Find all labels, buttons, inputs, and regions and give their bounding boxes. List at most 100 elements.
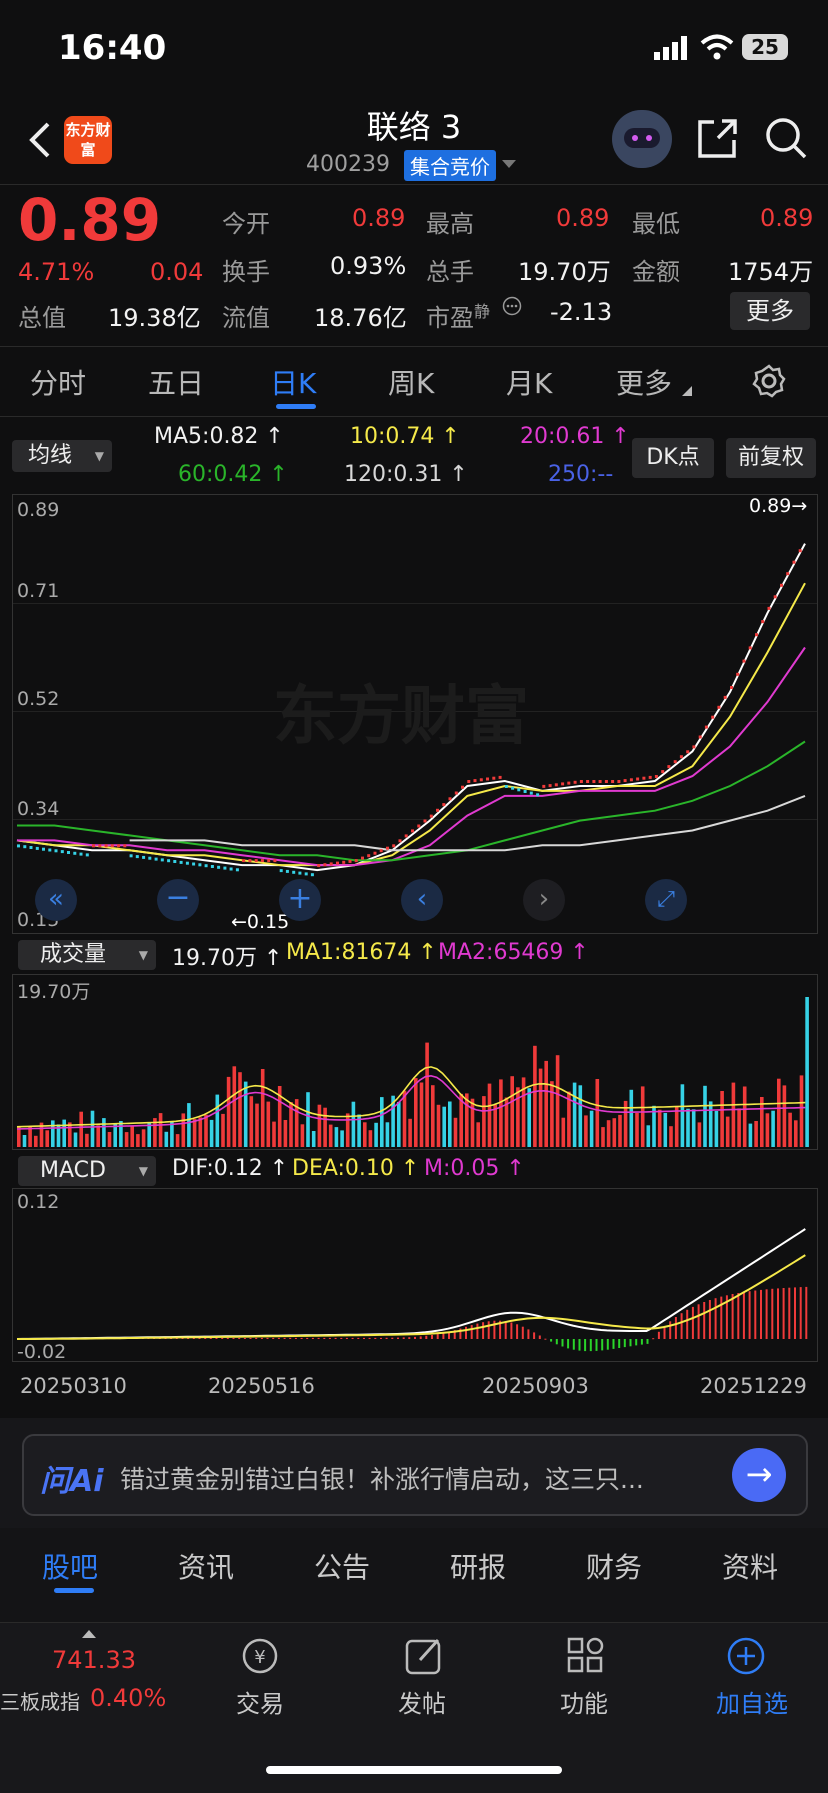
volume-bar [130,1126,134,1147]
macd-bar [300,1337,303,1339]
macd-bar [669,1321,672,1339]
adjust-button[interactable]: 前复权 [726,438,816,478]
subtab-finance[interactable]: 财务 [586,1546,642,1586]
chevron-up-icon[interactable] [82,1630,96,1638]
add-watchlist-button[interactable]: 加自选 [704,1684,800,1719]
macd-m: M:0.05 ↑ [424,1156,525,1181]
macd-bar [385,1337,388,1339]
volume-bar [380,1097,384,1147]
x-tick-2: 20250516 [208,1374,315,1398]
ai-send-icon[interactable]: → [732,1448,786,1502]
trade-icon[interactable]: ¥ [238,1636,282,1676]
macd-bar [731,1294,734,1339]
candle [235,868,239,872]
volume-bar [141,1129,146,1147]
volume-bar [697,1122,702,1147]
candle [167,859,171,863]
subtab-forum[interactable]: 股吧 [42,1546,98,1586]
volume-bar [402,1090,407,1147]
tab-five-day[interactable]: 五日 [148,362,204,402]
volume-chart[interactable]: 19.70万 [12,974,818,1150]
macd-selector-label: MACD [40,1158,106,1183]
candle [417,824,421,828]
tab-daily-k[interactable]: 日K [270,362,316,402]
volume-bar [283,1120,288,1147]
zoom-in-icon[interactable]: + [279,879,321,921]
macd-dif-text: DIF:0.12 [172,1156,263,1181]
volume-bar [544,1060,548,1147]
x-tick-1: 20250310 [20,1374,127,1398]
candle [260,859,264,863]
post-icon[interactable] [404,1636,444,1676]
post-button[interactable]: 发帖 [380,1684,464,1719]
candle [511,786,515,790]
fullscreen-icon[interactable]: ⤢ [645,879,687,921]
robot-assistant-icon[interactable] [612,110,672,168]
volume-bar [640,1086,645,1147]
more-button[interactable]: 更多 [730,292,810,330]
macd-bar [527,1329,530,1339]
add-watchlist-icon[interactable] [726,1636,766,1676]
scroll-left-icon[interactable]: ‹ [401,879,443,921]
candle [392,844,396,848]
float-label: 流值 [222,304,270,332]
macd-y-bottom: -0.02 [17,1341,67,1363]
corner-arrow-icon [682,386,692,396]
scroll-right-icon[interactable]: › [523,879,565,921]
trade-button[interactable]: 交易 [218,1684,302,1719]
volume-bar [533,1045,537,1147]
tab-intraday[interactable]: 分时 [30,362,86,402]
macd-chart[interactable]: 0.12 -0.02 [12,1188,818,1363]
change-amount: 0.04 [150,258,204,286]
macd-bar [391,1337,394,1339]
subtab-announcements[interactable]: 公告 [314,1546,370,1586]
macd-bar [442,1333,445,1339]
volume-bar [73,1132,78,1147]
settings-icon[interactable] [752,364,786,398]
candle [598,780,602,783]
macd-bar [436,1334,439,1339]
dk-point-button[interactable]: DK点 [632,438,714,478]
macd-bar [504,1321,507,1339]
candle [629,778,633,782]
ma60-text: 60:0.42 [178,462,263,487]
tab-more[interactable]: 更多 [616,362,672,402]
candle [317,864,321,868]
volume-bar [436,1104,441,1147]
subtab-research[interactable]: 研报 [450,1546,506,1586]
tab-monthly-k[interactable]: 月K [506,362,552,402]
candle [561,782,565,786]
candle [504,785,508,788]
candle [686,750,690,754]
scroll-left-fast-icon[interactable]: « [35,879,77,921]
candle [185,861,189,865]
volume-selector[interactable]: 成交量 ▼ [18,940,156,970]
function-grid-icon[interactable] [566,1636,606,1676]
macd-selector[interactable]: MACD ▼ [18,1156,156,1186]
index-value[interactable]: 741.33 [52,1646,136,1674]
zoom-out-icon[interactable]: − [157,879,199,921]
search-icon[interactable] [764,116,808,160]
share-icon[interactable] [696,116,738,160]
ma-selector[interactable]: 均线 ▼ [12,440,112,472]
volume-bar [68,1122,72,1147]
tab-weekly-k[interactable]: 周K [388,362,434,402]
macd-bar [703,1302,706,1339]
macd-bar [720,1296,723,1339]
candle [42,847,45,851]
info-dots-icon[interactable] [502,296,522,316]
volume-bar [635,1113,639,1147]
chevron-down-icon[interactable] [502,160,516,170]
open-value: 0.89 [352,204,406,232]
macd-bar [589,1339,592,1352]
kline-chart[interactable]: 东方财富 0.89 0.71 0.52 0.34 0.15 0.89→ ←0.1… [12,494,818,934]
ai-prompt-bar[interactable]: 问Ai 错过黄金别错过白银！补涨行情启动，这三只... → [22,1434,808,1516]
candle [48,848,52,852]
subtab-profile[interactable]: 资料 [722,1546,778,1586]
function-button[interactable]: 功能 [542,1684,626,1719]
volume-bar [266,1101,271,1147]
volume-bar [51,1120,55,1147]
volume-bar [175,1134,180,1147]
subtab-news[interactable]: 资讯 [178,1546,234,1586]
candle [667,765,671,769]
